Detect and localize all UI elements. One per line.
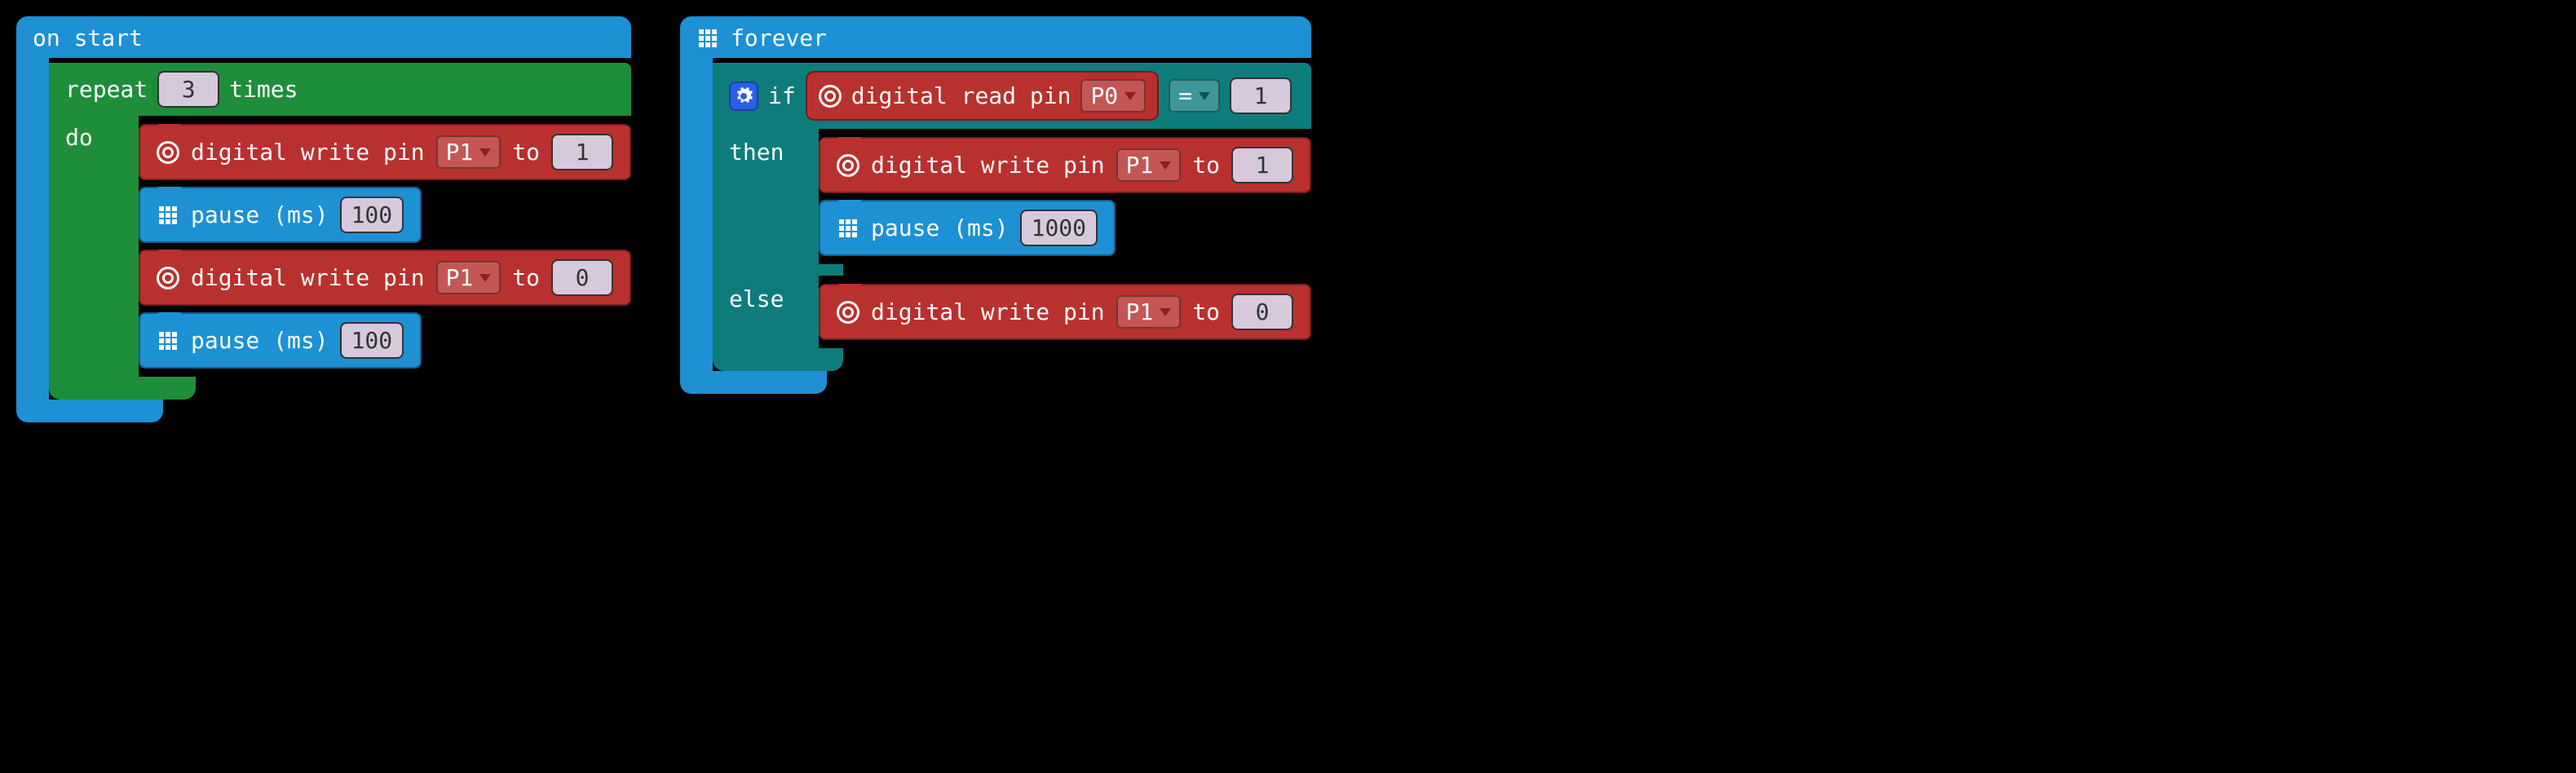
digital-write-label: digital write pin bbox=[191, 264, 425, 291]
on-start-label: on start bbox=[33, 24, 143, 51]
on-start-hat[interactable]: on start bbox=[16, 16, 631, 58]
pin-dropdown[interactable]: P1 bbox=[436, 135, 502, 169]
pause-label: pause (ms) bbox=[191, 201, 329, 228]
target-icon bbox=[157, 141, 179, 164]
value-input[interactable]: 1 bbox=[551, 134, 613, 170]
else-label: else bbox=[729, 285, 784, 312]
grid-icon bbox=[157, 329, 179, 352]
target-icon bbox=[837, 154, 859, 177]
forever-label: forever bbox=[731, 24, 827, 51]
grid-icon bbox=[157, 204, 179, 227]
to-label: to bbox=[512, 264, 540, 291]
digital-read-block[interactable]: digital read pin P0 bbox=[806, 71, 1159, 121]
digital-write-block[interactable]: digital write pin P1 to 1 bbox=[139, 124, 631, 180]
digital-write-label: digital write pin bbox=[871, 152, 1105, 179]
repeat-block[interactable]: repeat 3 times bbox=[49, 63, 631, 116]
else-rail: else bbox=[713, 276, 819, 348]
grid-icon bbox=[837, 217, 859, 240]
value-input[interactable]: 1000 bbox=[1020, 210, 1098, 246]
digital-write-label: digital write pin bbox=[191, 139, 425, 166]
grid-icon bbox=[696, 27, 719, 50]
repeat-count-input[interactable]: 3 bbox=[157, 71, 219, 108]
target-icon bbox=[157, 267, 179, 289]
then-label: then bbox=[729, 139, 784, 166]
value-input[interactable]: 0 bbox=[1231, 294, 1293, 330]
on-start-stack[interactable]: on start repeat 3 times do bbox=[16, 16, 631, 422]
digital-write-block[interactable]: digital write pin P1 to 1 bbox=[819, 137, 1311, 193]
if-label: if bbox=[768, 82, 796, 109]
then-rail: then bbox=[713, 129, 819, 264]
else-body: digital write pin P1 to 0 bbox=[819, 276, 1311, 348]
digital-write-block[interactable]: digital write pin P1 to 0 bbox=[819, 284, 1311, 340]
compare-value-input[interactable]: 1 bbox=[1230, 77, 1292, 114]
digital-write-label: digital write pin bbox=[871, 298, 1105, 325]
if-block[interactable]: if digital read pin P0 = 1 bbox=[713, 63, 1311, 129]
repeat-body: digital write pin P1 to 1 pause (ms) 100 bbox=[139, 116, 631, 377]
if-foot bbox=[713, 348, 843, 371]
forever-stack[interactable]: forever if digital read pin P0 = bbox=[680, 16, 1311, 394]
digital-read-label: digital read pin bbox=[851, 82, 1071, 109]
value-input[interactable]: 0 bbox=[551, 259, 613, 296]
pause-label: pause (ms) bbox=[191, 327, 329, 354]
pin-dropdown[interactable]: P0 bbox=[1080, 79, 1146, 113]
pause-block[interactable]: pause (ms) 100 bbox=[139, 187, 422, 243]
gear-icon[interactable] bbox=[729, 82, 758, 111]
if-mid bbox=[713, 264, 843, 276]
target-icon bbox=[837, 301, 859, 324]
pin-dropdown[interactable]: P1 bbox=[1116, 295, 1182, 329]
pause-block[interactable]: pause (ms) 1000 bbox=[819, 200, 1116, 256]
do-rail: do bbox=[49, 116, 139, 377]
target-icon bbox=[819, 85, 842, 108]
times-label: times bbox=[229, 76, 298, 103]
to-label: to bbox=[512, 139, 540, 166]
value-input[interactable]: 100 bbox=[340, 322, 404, 359]
then-body: digital write pin P1 to 1 pause (ms) 100… bbox=[819, 129, 1311, 264]
forever-rail bbox=[680, 58, 713, 371]
value-input[interactable]: 1 bbox=[1231, 147, 1293, 183]
repeat-label: repeat bbox=[65, 76, 148, 103]
forever-foot bbox=[680, 371, 827, 394]
digital-write-block[interactable]: digital write pin P1 to 0 bbox=[139, 250, 631, 306]
compare-op-dropdown[interactable]: = bbox=[1169, 79, 1220, 113]
forever-hat[interactable]: forever bbox=[680, 16, 1311, 58]
repeat-foot bbox=[49, 377, 196, 400]
value-input[interactable]: 100 bbox=[340, 197, 404, 233]
to-label: to bbox=[1192, 298, 1220, 325]
pause-block[interactable]: pause (ms) 100 bbox=[139, 312, 422, 369]
pin-dropdown[interactable]: P1 bbox=[1116, 148, 1182, 182]
on-start-rail bbox=[16, 58, 49, 400]
pin-dropdown[interactable]: P1 bbox=[436, 261, 502, 294]
to-label: to bbox=[1192, 152, 1220, 179]
do-label: do bbox=[65, 124, 93, 151]
pause-label: pause (ms) bbox=[871, 214, 1009, 241]
on-start-foot bbox=[16, 400, 163, 422]
